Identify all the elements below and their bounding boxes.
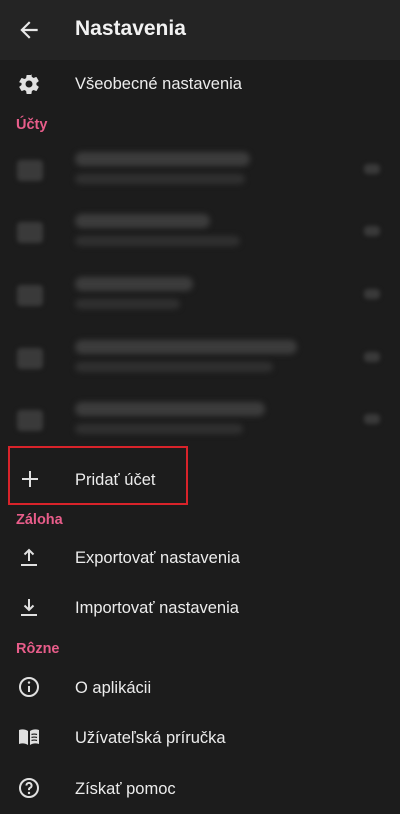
account-email-blurred <box>75 362 273 372</box>
account-name-blurred <box>75 214 210 228</box>
import-settings-label: Importovať nastavenia <box>75 599 239 617</box>
get-help-item[interactable]: Získať pomoc <box>0 762 400 812</box>
account-badge <box>364 414 380 424</box>
book-icon <box>17 725 41 749</box>
user-guide-item[interactable]: Užívateľská príručka <box>0 712 400 762</box>
account-avatar <box>17 410 43 431</box>
export-settings-item[interactable]: Exportovať nastavenia <box>0 533 400 583</box>
account-email-blurred <box>75 174 245 184</box>
user-guide-label: Užívateľská príručka <box>75 729 226 747</box>
account-avatar <box>17 222 43 243</box>
account-name-blurred <box>75 152 250 166</box>
account-avatar <box>17 285 43 306</box>
section-backup-header: Záloha <box>16 512 63 528</box>
general-settings-item[interactable]: Všeobecné nastavenia <box>0 60 400 110</box>
section-misc-header: Rôzne <box>16 641 60 657</box>
gear-icon <box>17 72 41 96</box>
account-email-blurred <box>75 236 240 246</box>
account-avatar <box>17 348 43 369</box>
add-account-button[interactable]: Pridať účet <box>0 454 400 504</box>
account-badge <box>364 226 380 236</box>
account-name-blurred <box>75 402 265 416</box>
page-title: Nastavenia <box>75 17 186 40</box>
account-item[interactable] <box>0 200 400 263</box>
download-icon <box>17 595 41 619</box>
account-item[interactable] <box>0 388 400 451</box>
export-settings-label: Exportovať nastavenia <box>75 549 240 567</box>
account-badge <box>364 352 380 362</box>
upload-icon <box>17 545 41 569</box>
app-bar: Nastavenia <box>0 0 400 60</box>
account-email-blurred <box>75 424 243 434</box>
import-settings-item[interactable]: Importovať nastavenia <box>0 583 400 633</box>
account-name-blurred <box>75 277 193 291</box>
plus-icon <box>18 467 42 491</box>
account-name-blurred <box>75 340 297 354</box>
account-badge <box>364 289 380 299</box>
about-item[interactable]: O aplikácii <box>0 662 400 712</box>
account-item[interactable] <box>0 138 400 201</box>
account-item[interactable] <box>0 326 400 389</box>
add-account-label: Pridať účet <box>75 471 156 489</box>
about-label: O aplikácii <box>75 679 152 697</box>
info-icon <box>17 675 41 699</box>
get-help-label: Získať pomoc <box>75 780 176 798</box>
arrow-back-icon[interactable] <box>16 17 42 43</box>
account-item[interactable] <box>0 263 400 326</box>
help-circle-icon <box>17 776 41 800</box>
account-badge <box>364 164 380 174</box>
account-avatar <box>17 160 43 181</box>
account-email-blurred <box>75 299 180 309</box>
general-settings-label: Všeobecné nastavenia <box>75 75 242 93</box>
section-accounts-header: Účty <box>16 117 48 133</box>
